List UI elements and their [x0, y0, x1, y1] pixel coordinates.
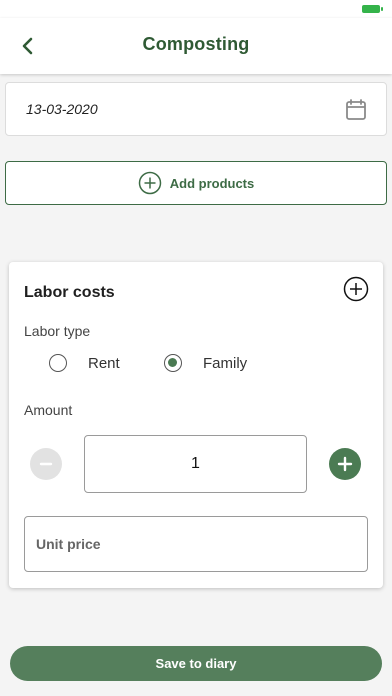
plus-circle-icon: [343, 276, 369, 302]
calendar-icon: [346, 99, 366, 120]
labor-type-label: Labor type: [24, 323, 91, 339]
radio-family[interactable]: Family: [164, 354, 247, 372]
decrement-button[interactable]: [30, 448, 62, 480]
radio-label: Family: [203, 354, 248, 372]
labor-costs-card: Labor costs Labor type Rent Family Amoun…: [9, 262, 383, 588]
amount-label: Amount: [24, 402, 73, 418]
card-title: Labor costs: [24, 284, 115, 301]
radio-circle: [49, 354, 67, 372]
radio-circle-checked: [164, 354, 182, 372]
calendar-button[interactable]: [344, 98, 368, 122]
add-labor-button[interactable]: [343, 276, 369, 302]
radio-rent[interactable]: Rent: [49, 354, 120, 372]
save-to-diary-button[interactable]: Save to diary: [10, 646, 382, 681]
app-header: Composting: [0, 18, 392, 74]
unit-price-placeholder: Unit price: [36, 536, 101, 552]
date-value: 13-03-2020: [26, 101, 98, 117]
minus-icon: [39, 462, 53, 466]
date-field[interactable]: 13-03-2020: [5, 82, 387, 136]
plus-icon: [337, 456, 353, 472]
battery-icon: [362, 5, 383, 13]
unit-price-field[interactable]: Unit price: [24, 516, 368, 572]
radio-label: Rent: [88, 354, 120, 372]
quantity-input[interactable]: 1: [84, 435, 307, 493]
add-products-label: Add products: [169, 175, 255, 191]
add-products-button[interactable]: Add products: [5, 161, 387, 205]
increment-button[interactable]: [329, 448, 361, 480]
page-title: Composting: [142, 34, 250, 54]
status-bar: [0, 0, 392, 18]
plus-circle-icon: [138, 171, 161, 195]
